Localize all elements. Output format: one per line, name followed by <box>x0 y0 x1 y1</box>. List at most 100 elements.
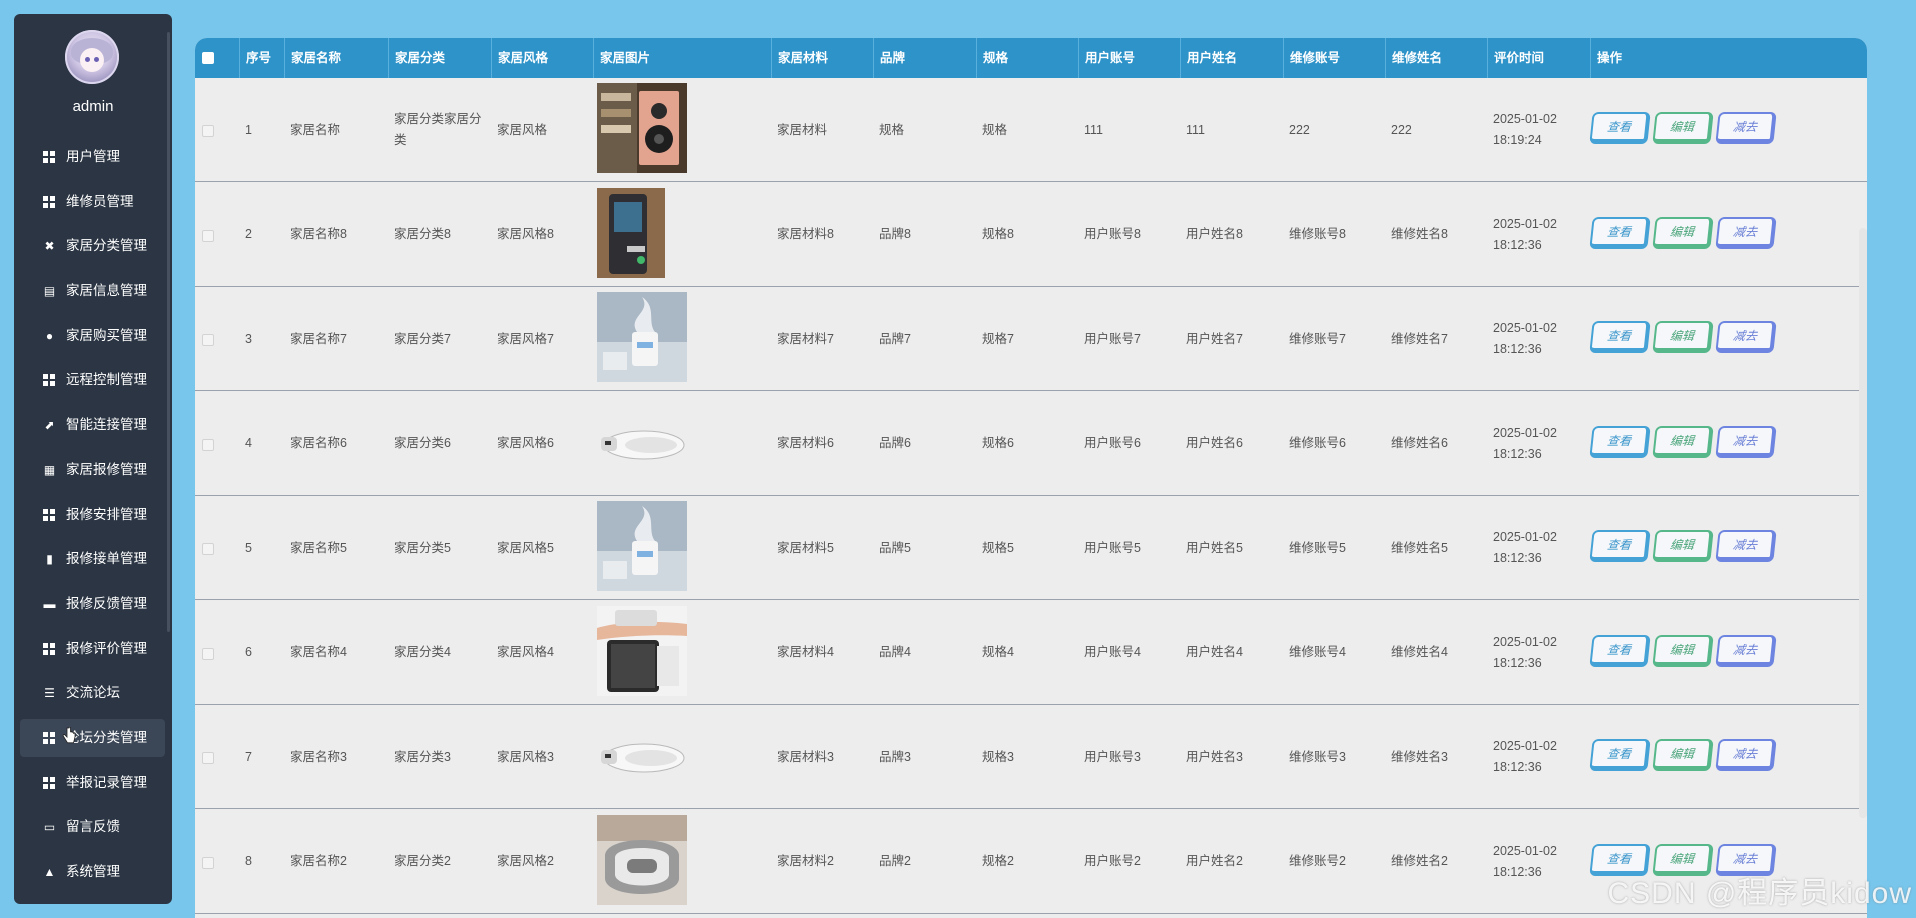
header-user-account: 用户账号 <box>1078 38 1180 78</box>
table-row: 2 家居名称8 家居分类8 家居风格8 家居材料8 品牌8 规格8 用户账号8 用户姓名8 维修账… <box>195 182 1867 287</box>
humidifier-photo[interactable] <box>597 501 687 591</box>
cell-user-name: 用户姓名6 <box>1180 392 1283 496</box>
cell-material: 家居材料2 <box>771 810 873 914</box>
sidebar-item[interactable]: ✖ 家居分类管理 <box>20 227 165 265</box>
toilet-seat-photo[interactable] <box>597 710 687 800</box>
view-button[interactable]: 查看 <box>1589 530 1651 562</box>
delete-button[interactable]: 减去 <box>1715 634 1777 667</box>
delete-button[interactable]: 减去 <box>1715 112 1777 144</box>
cell-brand: 品牌8 <box>873 183 976 287</box>
sidebar-item[interactable]: ▤ 家居信息管理 <box>20 272 165 310</box>
cell-style: 家居风格4 <box>491 601 593 705</box>
edit-button[interactable]: 编辑 <box>1652 216 1714 249</box>
sidebar-scrollbar[interactable] <box>167 32 170 632</box>
row-checkbox[interactable] <box>202 125 214 137</box>
cell-user-account: 用户账号7 <box>1078 287 1180 391</box>
actions-cell: 查看 编辑 减去 <box>1589 78 1867 182</box>
view-button[interactable]: 查看 <box>1589 634 1651 667</box>
view-button[interactable]: 查看 <box>1589 739 1651 771</box>
edit-button[interactable]: 编辑 <box>1652 739 1714 771</box>
cell-text: 家居分类7 <box>394 331 451 346</box>
view-button[interactable]: 查看 <box>1589 425 1651 458</box>
cell-user-name: 用户姓名4 <box>1180 601 1283 705</box>
cell-time: 2025-01-02 18:12:36 <box>1487 183 1590 287</box>
sidebar-item[interactable]: 报修评价管理 <box>20 630 165 668</box>
row-checkbox[interactable] <box>202 752 214 764</box>
row-checkbox[interactable] <box>202 334 214 346</box>
cell-brand: 品牌3 <box>873 705 976 809</box>
sidebar-item[interactable]: 远程控制管理 <box>20 361 165 399</box>
delete-button[interactable]: 减去 <box>1715 216 1777 249</box>
air-purifier-photo[interactable] <box>597 605 687 696</box>
cell-repair-account: 维修账号5 <box>1283 496 1385 600</box>
line-chart-icon: ⬈ <box>44 418 55 433</box>
edit-button[interactable]: 编辑 <box>1652 321 1714 353</box>
edit-button[interactable]: 编辑 <box>1652 425 1714 458</box>
cell-text: 家居名称 <box>290 122 341 137</box>
avatar[interactable] <box>65 30 119 84</box>
cell-text: 家居风格2 <box>497 854 554 868</box>
cell-repair-account: 维修账号6 <box>1283 392 1385 496</box>
cell-text: 家居名称3 <box>290 749 347 764</box>
cell-name: 家居名称4 <box>284 601 388 705</box>
edit-button[interactable]: 编辑 <box>1652 112 1714 144</box>
cell-repair-name: 维修姓名8 <box>1385 183 1487 287</box>
delete-button[interactable]: 减去 <box>1715 321 1777 353</box>
sidebar: admin 用户管理 维修员管理 ✖ 家居分类管理 ▤ 家居信息管理 ● 家居购买管理 远程控制… <box>14 14 172 904</box>
cell-text: 家居名称4 <box>290 645 347 659</box>
cell-text: 维修姓名8 <box>1391 227 1448 241</box>
cell-text: 111 <box>1186 122 1206 137</box>
row-checkbox[interactable] <box>202 647 214 660</box>
sidebar-item[interactable]: 报修安排管理 <box>20 496 165 534</box>
cell-text: 家居分类8 <box>394 227 451 241</box>
sidebar-item[interactable]: ▬ 报修反馈管理 <box>20 585 165 623</box>
sidebar-item-label: 远程控制管理 <box>66 372 147 388</box>
cell-text: 规格3 <box>982 749 1014 764</box>
cell-spec: 规格7 <box>976 287 1078 391</box>
cell-no: 4 <box>239 392 284 496</box>
view-button[interactable]: 查看 <box>1589 112 1651 144</box>
cell-style: 家居风格5 <box>491 496 593 600</box>
sidebar-item[interactable]: 举报记录管理 <box>20 764 165 802</box>
cell-user-name: 用户姓名5 <box>1180 496 1283 600</box>
cell-repair-name: 维修姓名7 <box>1385 287 1487 391</box>
cell-material: 家居材料4 <box>771 601 873 705</box>
edit-button[interactable]: 编辑 <box>1652 530 1714 562</box>
toilet-seat-photo[interactable] <box>597 396 687 487</box>
sidebar-item[interactable]: ☰ 交流论坛 <box>20 674 165 712</box>
row-checkbox[interactable] <box>202 856 214 869</box>
sidebar-item[interactable]: ▮ 报修接单管理 <box>20 540 165 578</box>
sidebar-item-label: 举报记录管理 <box>66 774 147 790</box>
delete-button[interactable]: 减去 <box>1715 530 1777 562</box>
delete-button[interactable]: 减去 <box>1715 739 1777 771</box>
sidebar-item[interactable]: ⬈ 智能连接管理 <box>20 406 165 444</box>
cell-style: 家居风格3 <box>491 705 593 809</box>
cell-text: 规格5 <box>982 540 1014 555</box>
row-checkbox[interactable] <box>202 438 214 451</box>
select-all-checkbox[interactable] <box>202 52 214 64</box>
sidebar-item[interactable]: 维修员管理 <box>20 183 165 221</box>
ticket-icon: ▭ <box>43 820 56 835</box>
cell-text: 家居名称5 <box>290 540 347 555</box>
vertical-scrollbar[interactable] <box>1859 228 1867 818</box>
sidebar-item[interactable]: ▦ 家居报修管理 <box>20 451 165 489</box>
view-button[interactable]: 查看 <box>1589 321 1651 353</box>
speaker-photo[interactable] <box>597 83 687 173</box>
cell-text: 维修账号5 <box>1289 540 1346 555</box>
cell-repair-account: 222 <box>1283 78 1385 182</box>
row-checkbox[interactable] <box>202 543 214 555</box>
edit-button[interactable]: 编辑 <box>1652 634 1714 667</box>
row-checkbox[interactable] <box>202 229 214 242</box>
delete-button[interactable]: 减去 <box>1715 425 1777 458</box>
humidifier-photo[interactable] <box>597 292 687 382</box>
sidebar-item[interactable]: ▲ 系统管理 <box>20 853 165 891</box>
sidebar-item[interactable]: 论坛分类管理 <box>20 718 165 757</box>
sidebar-item[interactable]: 用户管理 <box>20 138 165 176</box>
sidebar-item[interactable]: ▭ 留言反馈 <box>20 808 165 846</box>
cell-style: 家居风格7 <box>491 287 593 391</box>
massager-photo[interactable] <box>597 814 687 905</box>
smart-lock-photo[interactable] <box>597 187 687 278</box>
cell-user-account: 用户账号6 <box>1078 392 1180 496</box>
sidebar-item[interactable]: ● 家居购买管理 <box>20 317 165 355</box>
view-button[interactable]: 查看 <box>1589 216 1651 249</box>
